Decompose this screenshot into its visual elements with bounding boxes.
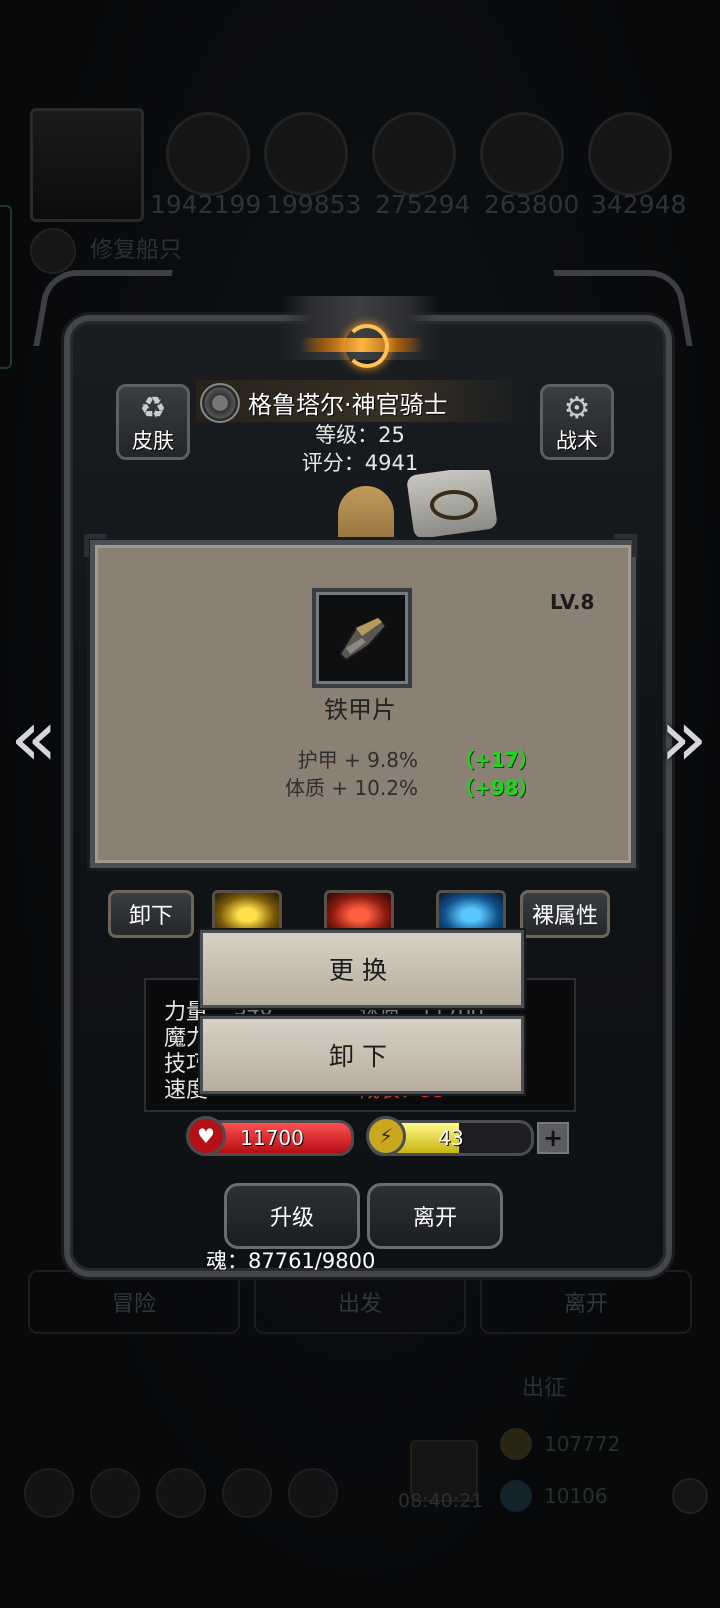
side-tab (0, 205, 12, 369)
gold-coin-icon (500, 1428, 532, 1460)
class-badge-icon (200, 383, 240, 423)
unequip-tab-button[interactable]: 卸下 (108, 890, 194, 938)
iron-plate-graphic (338, 616, 388, 662)
resource-icon-1 (166, 112, 250, 196)
resource-icon-3 (372, 112, 456, 196)
hero-level: 等级：25 (315, 423, 405, 447)
clock: 08:40:21 (398, 1490, 484, 1512)
item-stat-constitution-bonus: （+98） (454, 776, 539, 800)
bare-stats-button[interactable]: 裸属性 (520, 890, 610, 938)
resource-value-1: 1942199 (150, 190, 262, 219)
item-name: 铁甲片 (324, 696, 396, 724)
moon-emblem-icon (345, 324, 389, 368)
popup-corner-left (84, 534, 107, 557)
replace-button[interactable]: 更换 (200, 930, 524, 1008)
nav-icon-5 (288, 1468, 338, 1518)
resource-icon-2 (264, 112, 348, 196)
nav-icon-1 (24, 1468, 74, 1518)
bg-plus-icon (672, 1478, 708, 1514)
hammer-emblem (430, 490, 478, 520)
depart-button: 出发 (254, 1270, 466, 1334)
resource-value-3: 275294 (375, 190, 471, 219)
popup-corner-right (614, 534, 637, 557)
unequip-button[interactable]: 卸下 (200, 1016, 524, 1094)
lightning-icon: ⚡ (366, 1116, 406, 1156)
hero-name: 格鲁塔尔·神官骑士 (248, 391, 448, 419)
item-level: LV.8 (550, 590, 595, 614)
gem-value: 10106 (544, 1484, 608, 1508)
repair-ship-label: 修复船只 (90, 237, 182, 263)
iron-plate-icon (312, 588, 412, 688)
resource-value-5: 342948 (591, 190, 687, 219)
expedition-label: 出征 (522, 1376, 567, 1401)
gem-icon (500, 1480, 532, 1512)
item-stat-constitution: 体质 + 10.2% (284, 776, 418, 800)
player-avatar (30, 108, 144, 222)
bg-leave-button: 离开 (480, 1270, 692, 1334)
leave-button[interactable]: 离开 (367, 1183, 503, 1249)
gold-value: 107772 (544, 1432, 621, 1456)
ship-icon (30, 228, 76, 274)
upgrade-button[interactable]: 升级 (224, 1183, 360, 1249)
heart-icon: ♥ (186, 1116, 226, 1156)
resource-value-4: 263800 (484, 190, 580, 219)
nav-icon-3 (156, 1468, 206, 1518)
resource-icon-5 (588, 112, 672, 196)
resource-icon-4 (480, 112, 564, 196)
nav-icon-4 (222, 1468, 272, 1518)
resource-value-2: 199853 (266, 190, 362, 219)
adventure-button: 冒险 (28, 1270, 240, 1334)
add-energy-button[interactable]: + (537, 1122, 569, 1154)
soul-counter: 魂：87761/9800 (206, 1249, 376, 1273)
nav-icon-2 (90, 1468, 140, 1518)
item-stat-armor-bonus: （+17） (454, 748, 539, 772)
item-stat-armor: 护甲 + 9.8% (297, 748, 418, 772)
hero-portrait (300, 470, 520, 550)
